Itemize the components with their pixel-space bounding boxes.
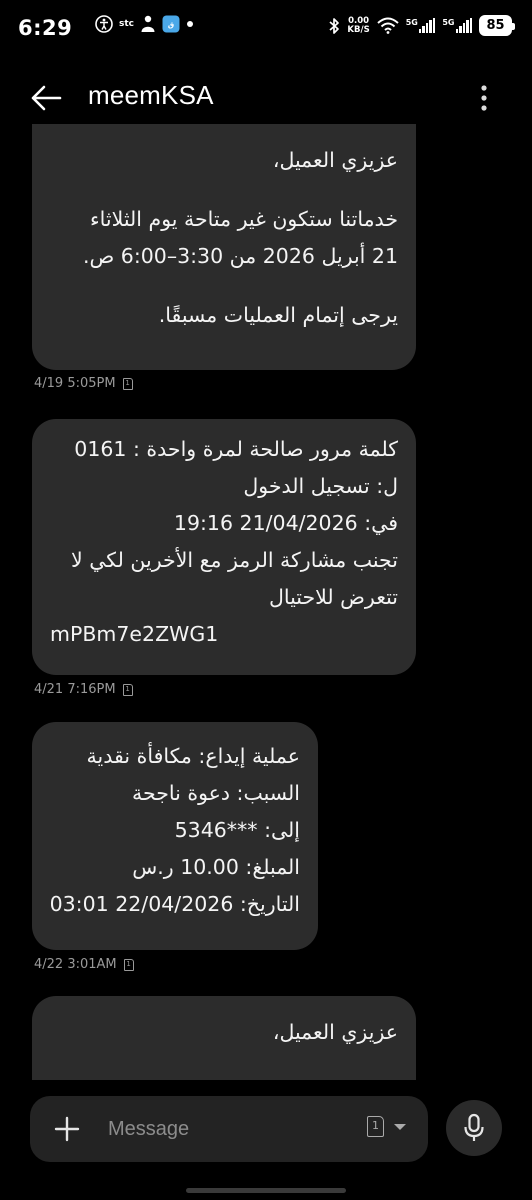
message-line: عملية إيداع: مكافأة نقدية: [86, 744, 300, 768]
chevron-down-icon: [394, 1123, 406, 1130]
status-right-icons: 0.00 KB/S 5G 5G 85: [328, 15, 515, 36]
message-input[interactable]: [108, 1108, 338, 1150]
message-bubble[interactable]: كلمة مرور صالحة لمرة واحدة : 0161 ل: تسج…: [32, 419, 416, 675]
message-bubble[interactable]: عملية إيداع: مكافأة نقدية السبب: دعوة نا…: [32, 722, 318, 950]
sim-selector[interactable]: 1: [367, 1116, 406, 1137]
app-badge-icon: ق: [162, 15, 180, 33]
accessibility-icon: [95, 15, 113, 33]
messaging-screen: 6:29 stc ق 0.00 KB/S 5G 5G 85 meemKSA عز…: [0, 0, 532, 1200]
signal-1-bars-icon: [418, 18, 436, 33]
net-speed-unit: KB/S: [347, 24, 370, 35]
message-line: إلى: ***5346: [174, 818, 300, 842]
message-meta: 4/19 5:05PM 1: [34, 376, 133, 391]
arrow-back-icon: [31, 85, 62, 111]
conversation-header: meemKSA: [0, 70, 532, 124]
more-vertical-icon: [481, 85, 487, 111]
signal-2-label: 5G: [442, 18, 455, 27]
message-timestamp: 4/19 5:05PM: [34, 376, 116, 391]
sim-card-icon: 1: [122, 683, 133, 696]
microphone-icon: [464, 1113, 484, 1141]
svg-text:ق: ق: [168, 21, 174, 29]
message-line: يرجى إتمام العمليات مسبقًا.: [158, 303, 398, 327]
message-line: المبلغ: 10.00 ر.س: [132, 855, 300, 879]
home-indicator[interactable]: [186, 1188, 346, 1193]
conversation-title: meemKSA: [88, 80, 214, 110]
plus-icon: [54, 1116, 80, 1142]
message-timestamp: 4/22 3:01AM: [34, 957, 117, 972]
message-line: خدماتنا ستكون غير متاحة يوم الثلاثاء: [90, 207, 398, 231]
add-attachment-button[interactable]: [52, 1114, 82, 1144]
signal-1: 5G: [406, 18, 436, 33]
message-line: تجنب مشاركة الرمز مع الأخرين لكي لا: [71, 548, 398, 572]
signal-2: 5G: [442, 18, 472, 33]
sim-card-icon: 1: [122, 377, 133, 390]
voice-input-button[interactable]: [446, 1100, 502, 1156]
bluetooth-icon: [329, 17, 340, 34]
battery-indicator: 85: [479, 15, 515, 36]
battery-level: 85: [486, 18, 505, 33]
signal-2-bars-icon: [455, 18, 472, 33]
message-line: تتعرض للاحتيال: [268, 585, 398, 609]
wifi-icon: [377, 17, 399, 34]
message-line: السبب: دعوة ناجحة: [131, 781, 300, 805]
message-line: ل: تسجيل الدخول: [243, 474, 398, 498]
status-bar: 6:29 stc ق 0.00 KB/S 5G 5G 85: [0, 0, 532, 56]
signal-1-label: 5G: [405, 18, 418, 27]
message-line: كلمة مرور صالحة لمرة واحدة : 0161: [74, 437, 398, 461]
sim-card-icon: 1: [123, 958, 134, 971]
message-bubble[interactable]: عزيزي العميل، خدماتنا ستكون غير متاحة يو…: [32, 124, 416, 370]
carrier-label: stc: [119, 19, 134, 29]
message-line: 21 أبريل 2026 من 3:30–6:00 ص.: [82, 244, 398, 268]
message-bubble[interactable]: عزيزي العميل،: [32, 996, 416, 1080]
message-list[interactable]: عزيزي العميل، خدماتنا ستكون غير متاحة يو…: [0, 124, 532, 1080]
notification-dot-icon: [187, 21, 193, 27]
status-left-icons: stc ق: [95, 15, 194, 33]
status-time: 6:29: [18, 16, 73, 40]
message-line: في: 21/04/2026 19:16: [173, 511, 398, 535]
person-icon: [141, 15, 155, 32]
message-line: mPBm7e2ZWG1: [50, 622, 219, 646]
net-speed: 0.00 KB/S: [347, 16, 370, 35]
more-options-button[interactable]: [470, 78, 498, 118]
message-line: التاريخ: 22/04/2026 03:01: [49, 892, 300, 916]
message-meta: 4/22 3:01AM 1: [34, 957, 134, 972]
message-line: عزيزي العميل،: [272, 148, 398, 172]
compose-bar: 1: [30, 1096, 428, 1162]
message-meta: 4/21 7:16PM 1: [34, 682, 133, 697]
message-line: عزيزي العميل،: [272, 1020, 398, 1044]
message-timestamp: 4/21 7:16PM: [34, 682, 116, 697]
back-button[interactable]: [26, 78, 66, 118]
sim-card-icon: 1: [367, 1116, 384, 1137]
